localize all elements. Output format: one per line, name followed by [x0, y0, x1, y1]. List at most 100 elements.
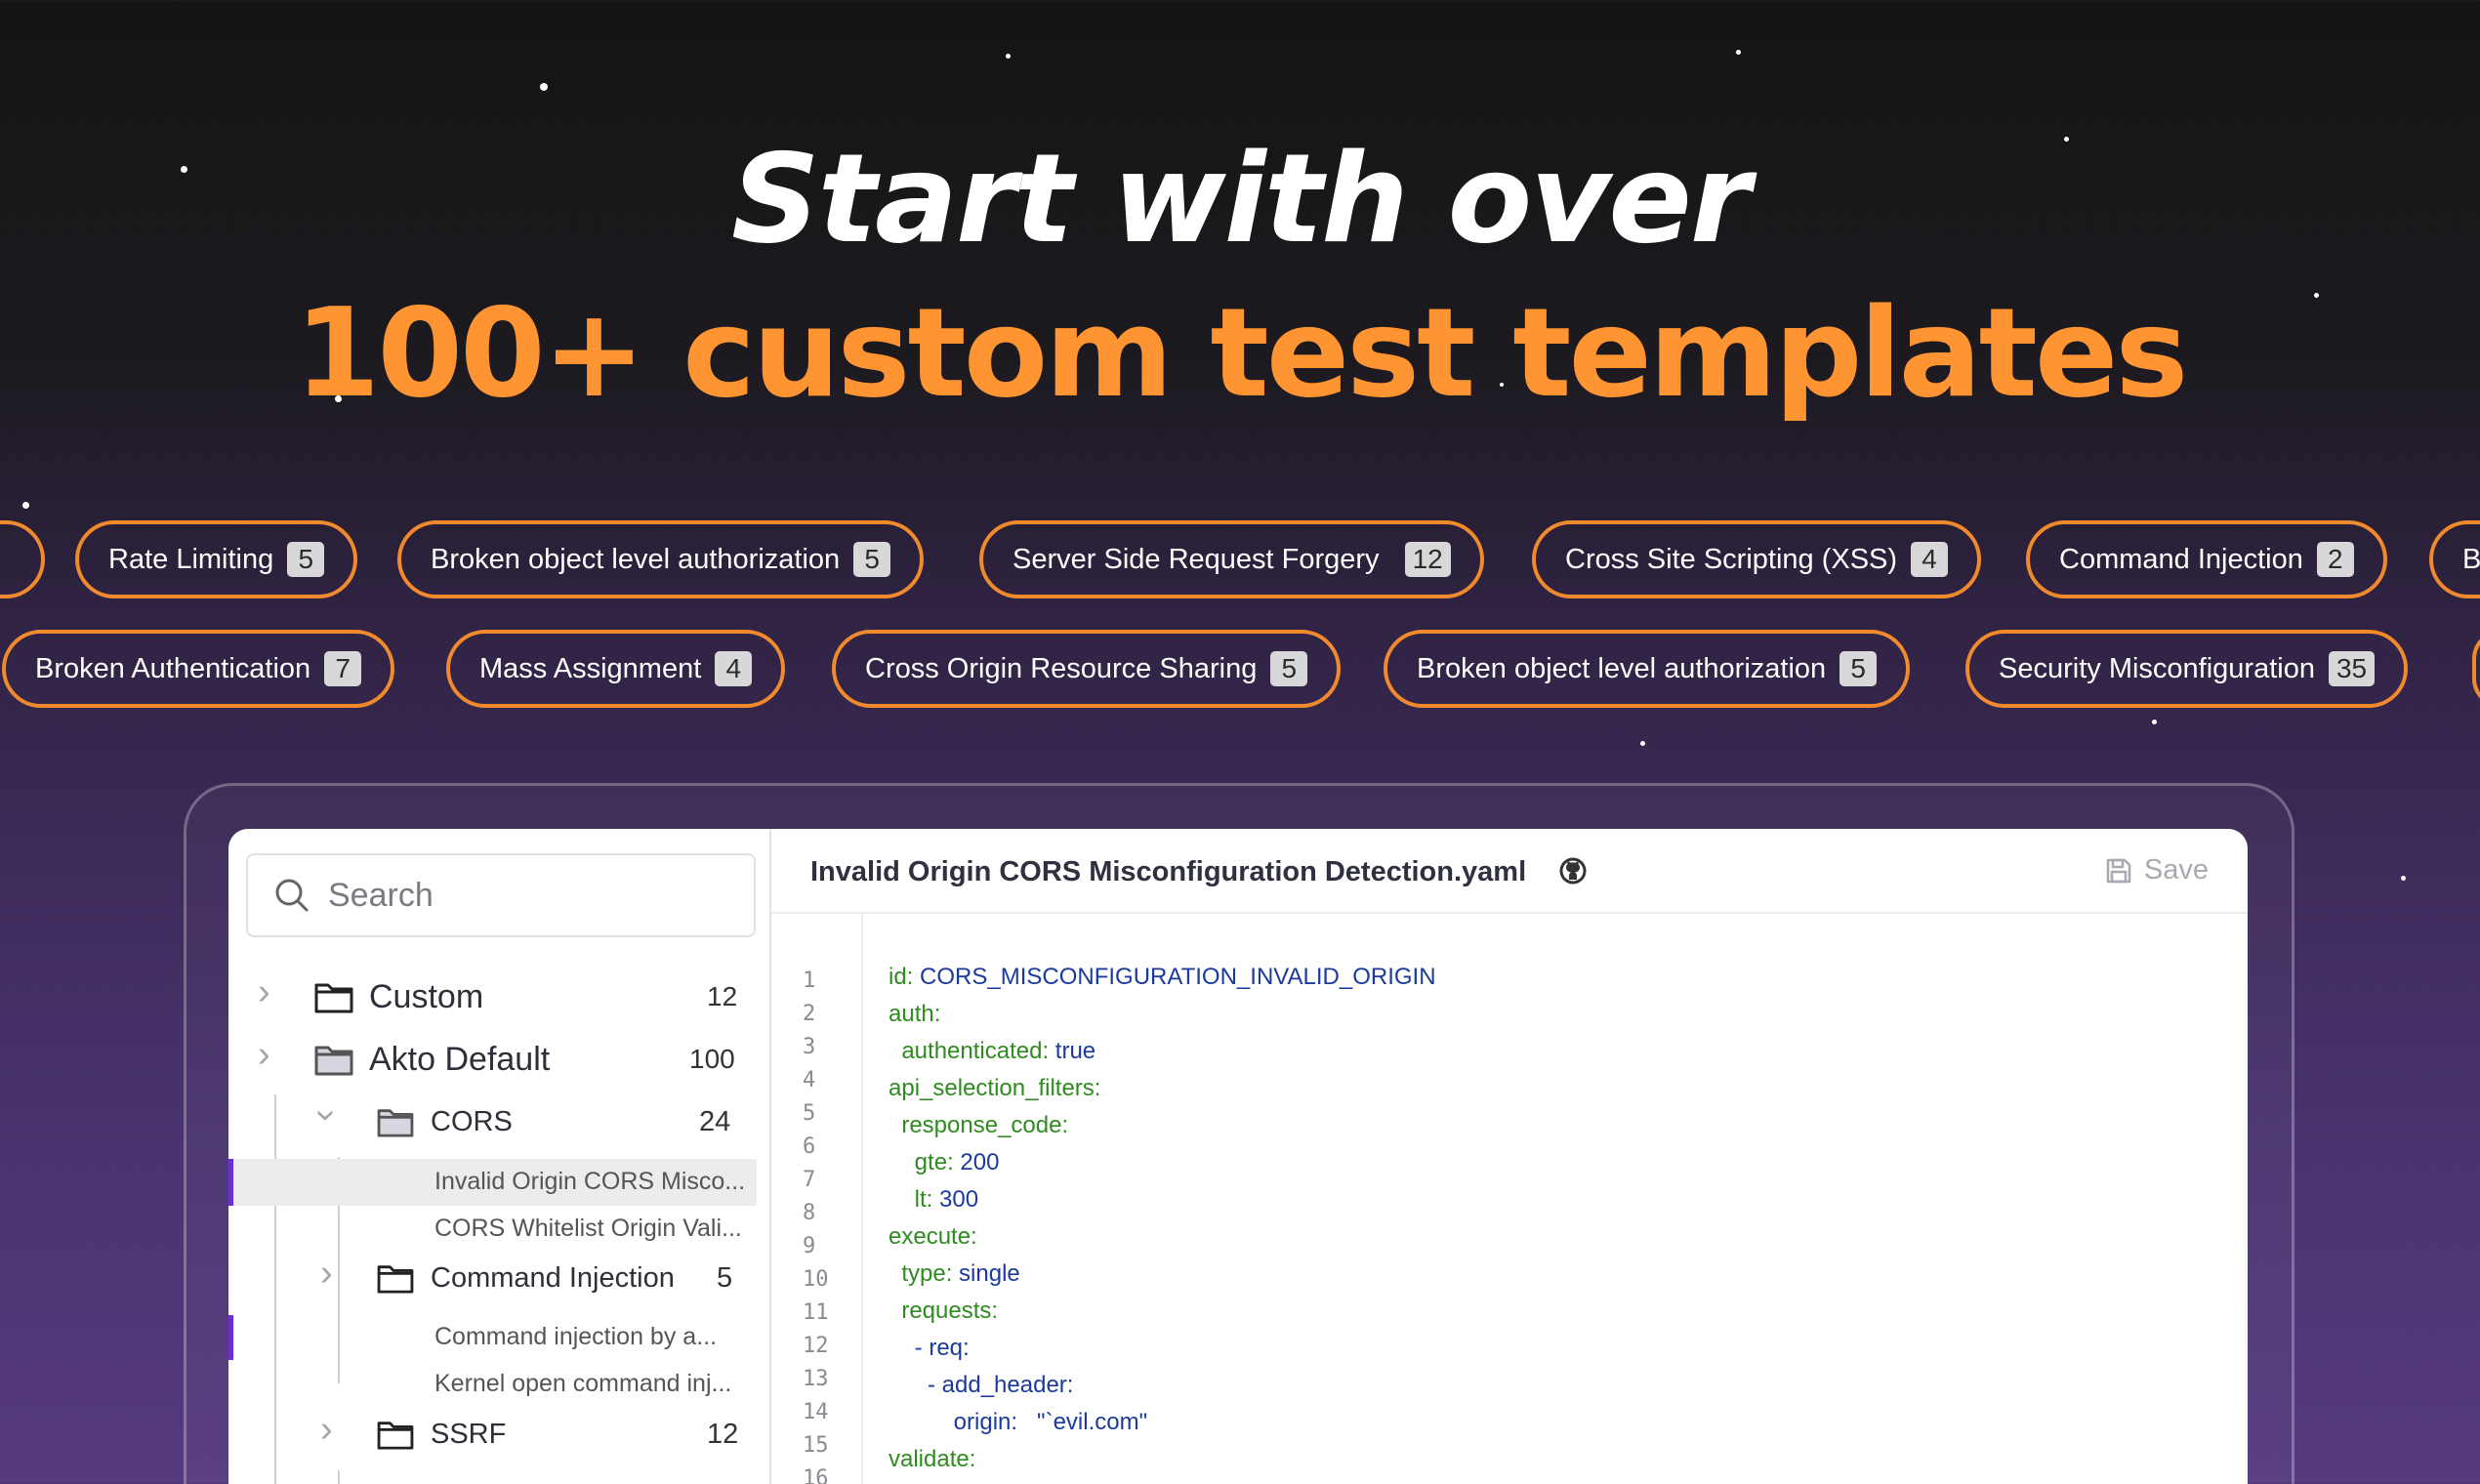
- line-number: 9: [803, 1234, 816, 1258]
- selection-indicator: [228, 1315, 233, 1360]
- chevron-down-icon: ›: [306, 1109, 348, 1122]
- folder-count: 12: [707, 1419, 739, 1450]
- line-number: 14: [803, 1400, 829, 1424]
- code-key: id:: [889, 964, 914, 990]
- category-tag[interactable]: [0, 520, 45, 598]
- tag-label: Command Injection: [2059, 543, 2303, 575]
- code-line: gte: 200: [889, 1149, 1000, 1176]
- tag-count: 35: [2328, 651, 2376, 686]
- code-value: 200: [953, 1149, 1000, 1175]
- code-key: - add_header:: [889, 1372, 1074, 1398]
- folder-label: Akto Default: [369, 1041, 551, 1078]
- category-tag[interactable]: Broken object level authorization 5: [1384, 630, 1911, 708]
- folder-custom[interactable]: › Custom 12: [228, 968, 771, 1026]
- code-key: authenticated:: [889, 1038, 1050, 1064]
- tag-count: 7: [324, 651, 362, 686]
- line-number: 13: [803, 1367, 829, 1391]
- code-line: auth:: [889, 1001, 940, 1028]
- folder-icon: [377, 1422, 414, 1450]
- line-number: 8: [803, 1201, 816, 1225]
- line-number: 1: [803, 969, 816, 993]
- category-tag[interactable]: Command Injection 2: [2026, 520, 2387, 598]
- search-icon: [275, 879, 309, 912]
- code-key: - req:: [889, 1335, 970, 1361]
- code-key: response_code:: [889, 1112, 1069, 1138]
- tag-count: 12: [1404, 542, 1451, 577]
- tag-label: Security Misconfiguration: [1999, 652, 2315, 684]
- folder-count: 24: [699, 1106, 731, 1137]
- category-tag[interactable]: B: [2429, 520, 2480, 598]
- folder-count: 5: [717, 1262, 733, 1294]
- tag-label: Broken object level authorization: [1417, 652, 1827, 684]
- tag-label: Cross Origin Resource Sharing: [865, 652, 1258, 684]
- line-number: 7: [803, 1168, 816, 1192]
- code-line: api_selection_filters:: [889, 1075, 1100, 1102]
- category-tag[interactable]: Mass Assignment 4: [446, 630, 786, 708]
- tag-row-2: Broken Authentication 7 Mass Assignment …: [0, 630, 2480, 708]
- tag-label: Server Side Request Forgery: [1013, 543, 1380, 575]
- code-value: 300: [932, 1186, 979, 1213]
- github-icon[interactable]: [1558, 856, 1588, 886]
- search-placeholder: Search: [328, 876, 434, 914]
- folder-count: 12: [707, 981, 738, 1011]
- template-item[interactable]: CORS Whitelist Origin Vali...: [434, 1215, 757, 1243]
- folder-label: SSRF: [431, 1419, 507, 1450]
- tag-label: Broken Authentication: [35, 652, 311, 684]
- code-key: validate:: [889, 1446, 976, 1472]
- code-line: authenticated: true: [889, 1038, 1095, 1065]
- category-tag[interactable]: Cross Origin Resource Sharing 5: [832, 630, 1342, 708]
- line-number: 11: [803, 1300, 829, 1325]
- category-tag[interactable]: [2472, 630, 2480, 708]
- code-line: lt: 300: [889, 1186, 978, 1214]
- editor-header: Invalid Origin CORS Misconfiguration Det…: [771, 829, 2248, 914]
- category-tag[interactable]: Broken object level authorization 5: [397, 520, 925, 598]
- category-tag[interactable]: Cross Site Scripting (XSS) 4: [1532, 520, 1982, 598]
- tag-count: 4: [715, 651, 753, 686]
- code-line: validate:: [889, 1446, 975, 1473]
- tag-label: Broken object level authorization: [431, 543, 841, 575]
- folder-icon: [314, 983, 353, 1013]
- tag-count: 5: [853, 542, 891, 577]
- template-item[interactable]: Command injection by a...: [434, 1323, 757, 1351]
- tag-label: Mass Assignment: [479, 652, 702, 684]
- code-value: single: [952, 1260, 1020, 1287]
- folder-label: Custom: [369, 978, 484, 1015]
- search-input[interactable]: Search: [246, 853, 756, 937]
- code-value: true: [1049, 1038, 1096, 1064]
- code-line: requests:: [889, 1298, 998, 1325]
- template-item[interactable]: Invalid Origin CORS Misco...: [434, 1168, 757, 1196]
- editor-window: Search › Custom 12 › Akto Default 100 › …: [228, 829, 2248, 1484]
- line-number-gutter: 1 2 3 4 5 6 7 8 9 10 11 12 13 14 15 16: [771, 914, 863, 1484]
- folder-icon: [377, 1265, 414, 1294]
- folder-command-injection[interactable]: › Command Injection 5: [228, 1249, 771, 1307]
- template-item[interactable]: Kernel open command inj...: [434, 1370, 757, 1398]
- tag-count: 4: [1911, 542, 1949, 577]
- chevron-right-icon: ›: [320, 1253, 333, 1294]
- line-number: 3: [803, 1035, 816, 1059]
- code-line: execute:: [889, 1223, 977, 1251]
- save-button[interactable]: Save: [2105, 854, 2209, 886]
- folder-ssrf[interactable]: › SSRF 12: [228, 1405, 771, 1463]
- folder-label: Command Injection: [431, 1262, 675, 1294]
- category-tag[interactable]: Rate Limiting 5: [75, 520, 358, 598]
- template-sidebar: Search › Custom 12 › Akto Default 100 › …: [228, 829, 771, 1484]
- tag-count: 5: [1839, 651, 1878, 686]
- save-icon: [2106, 858, 2131, 883]
- code-editor: Invalid Origin CORS Misconfiguration Det…: [771, 829, 2248, 1484]
- tag-label: Cross Site Scripting (XSS): [1565, 543, 1898, 575]
- folder-label: CORS: [431, 1106, 513, 1137]
- star: [1736, 50, 1741, 55]
- code-value: CORS_MISCONFIGURATION_INVALID_ORIGIN: [913, 964, 1436, 990]
- category-tag[interactable]: Broken Authentication 7: [2, 630, 395, 708]
- folder-akto-default[interactable]: › Akto Default 100: [228, 1030, 771, 1089]
- category-tag[interactable]: Security Misconfiguration 35: [1965, 630, 2409, 708]
- save-label: Save: [2143, 854, 2209, 886]
- tag-count: 2: [2316, 542, 2354, 577]
- hero-subheading: 100+ custom test templates: [294, 281, 2189, 425]
- code-key: gte:: [889, 1149, 954, 1175]
- category-tag[interactable]: Server Side Request Forgery 12: [979, 520, 1484, 598]
- folder-cors[interactable]: › CORS 24: [228, 1092, 771, 1151]
- tag-row-1: Rate Limiting 5 Broken object level auth…: [0, 520, 2480, 598]
- code-line: type: single: [889, 1260, 1020, 1288]
- line-number: 15: [803, 1433, 829, 1458]
